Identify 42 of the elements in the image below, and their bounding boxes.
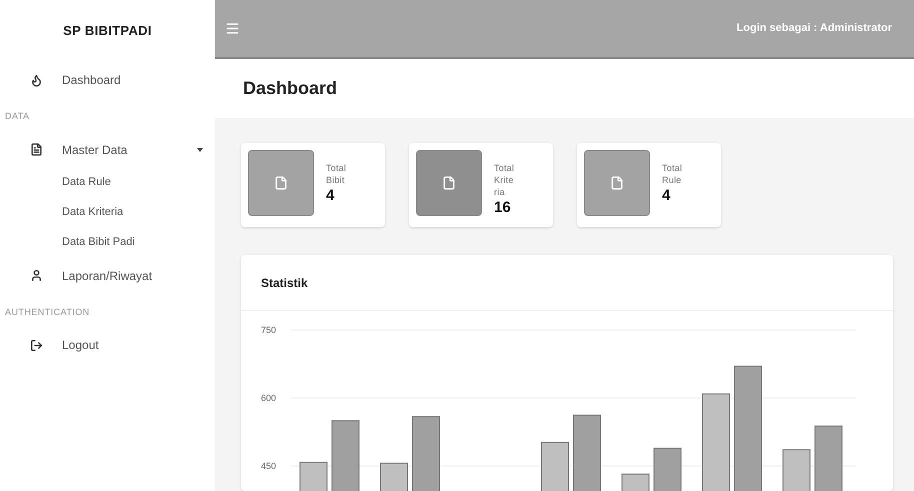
bar [332,420,360,491]
bar [654,448,682,491]
stat-value: 4 [326,186,336,206]
logout-icon [30,338,43,352]
bar [814,426,842,491]
bar [782,449,810,491]
brand-title: SP BIBITPADI [63,22,152,40]
stat-label: Rule [662,174,682,186]
file-icon [610,176,624,190]
axis-tick-label: 750 [261,325,276,335]
nav-item[interactable]: Logout [0,327,215,363]
axis-tick-label: 600 [261,393,276,403]
submenu-item[interactable]: Data Bibit Padi [0,228,215,258]
file-icon [274,176,288,190]
login-status: Login sebagai : Administrator [736,21,892,36]
page-title: Dashboard [243,77,338,100]
stat-label: Bibit [326,174,346,186]
section-heading: AUTHENTICATION [4,306,91,318]
nav-item[interactable]: Dashboard [0,62,215,98]
submenu-item[interactable]: Data Kriteria [0,198,215,228]
bar [300,462,328,491]
stat-label: Total [494,162,514,174]
bar [622,474,650,491]
document-icon [30,143,43,156]
nav-item[interactable]: Master Data [0,132,215,168]
stat-value: 4 [662,186,672,206]
axis-tick-label: 450 [261,461,276,471]
section-heading: DATA [4,110,30,123]
card-title: Statistik [261,274,308,292]
menu-icon[interactable] [225,21,240,36]
stat-label: Krite [494,174,514,186]
bar [541,442,569,491]
flame-icon [30,74,43,86]
stat-value: 16 [494,198,512,218]
file-icon [442,176,456,190]
stat-label: Total [326,162,346,174]
stat-label: ria [494,186,506,198]
bar [380,462,408,491]
nav-item[interactable]: Laporan/Riwayat [0,258,215,294]
stat-label: Total [662,162,682,174]
submenu-item[interactable]: Data Rule [0,168,215,198]
user-icon [30,269,43,282]
